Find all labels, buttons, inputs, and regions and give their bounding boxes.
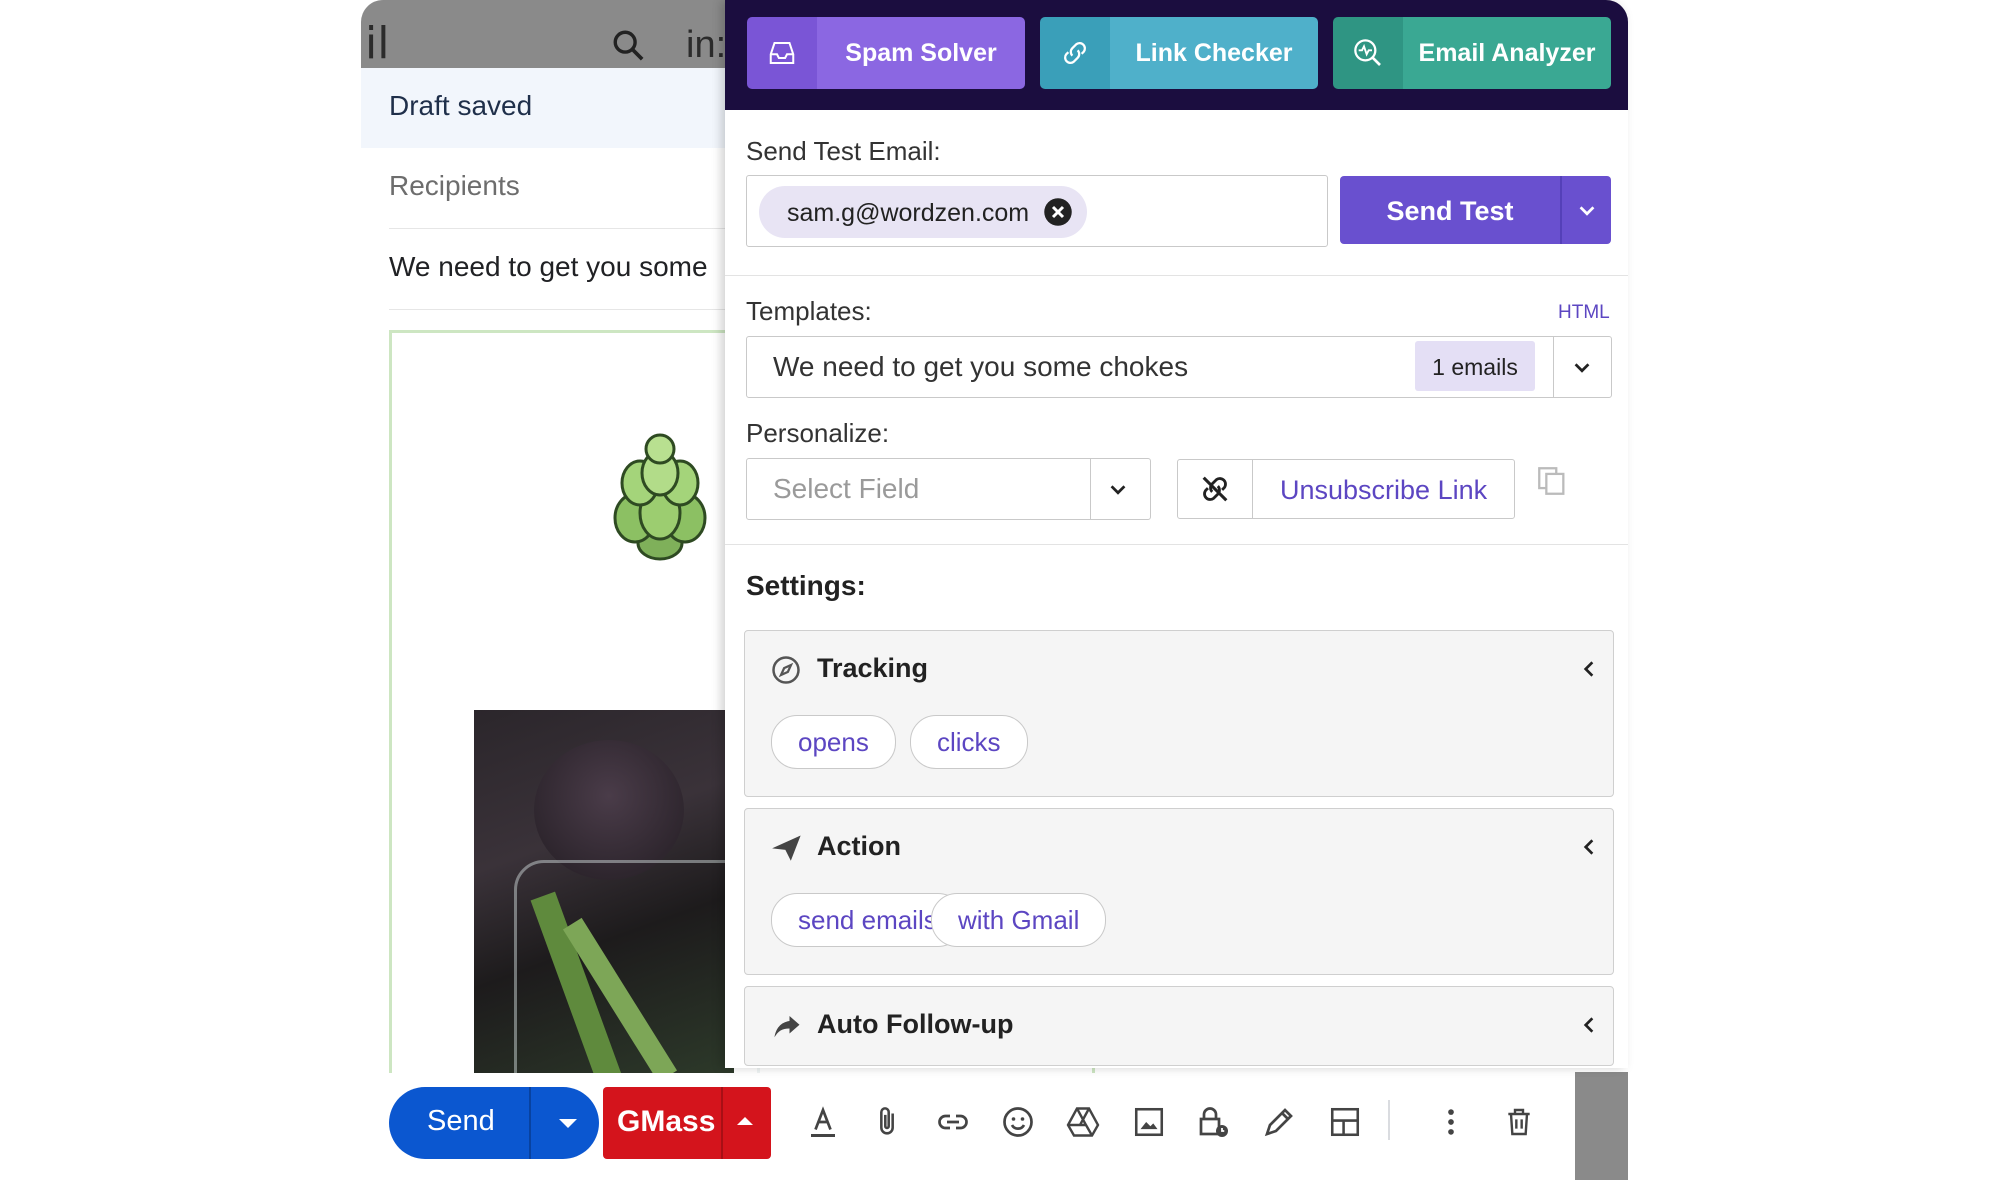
link-chain-icon xyxy=(1040,17,1110,89)
signature-pen-icon[interactable] xyxy=(1257,1100,1301,1144)
send-test-label: Send Test xyxy=(1386,196,1514,226)
send-divider xyxy=(529,1087,531,1159)
field-placeholder: Select Field xyxy=(773,473,920,504)
chevron-down-icon[interactable] xyxy=(1576,200,1598,227)
format-text-icon[interactable] xyxy=(801,1100,845,1144)
template-select-divider xyxy=(1553,337,1554,397)
link-checker-button[interactable]: Link Checker xyxy=(1040,17,1318,89)
tracking-clicks-pill[interactable]: clicks xyxy=(910,715,1028,769)
send-label: Send xyxy=(427,1105,495,1137)
pill-label: clicks xyxy=(937,727,1001,757)
gmass-button[interactable]: GMass xyxy=(603,1087,771,1159)
subject-text: We need to get you some xyxy=(389,251,708,282)
personalize-label: Personalize: xyxy=(746,418,890,448)
chevron-down-icon[interactable] xyxy=(1571,357,1593,384)
artichoke-image xyxy=(613,433,707,561)
personalize-field-select[interactable]: Select Field xyxy=(746,458,1151,520)
pill-label: with Gmail xyxy=(958,905,1080,935)
action-card[interactable]: Action send emails with Gmail xyxy=(744,808,1614,975)
templates-label: Templates: xyxy=(746,296,872,326)
copy-icon[interactable] xyxy=(1535,464,1569,503)
action-title: Action xyxy=(817,831,901,861)
auto-follow-up-title: Auto Follow-up xyxy=(817,1009,1014,1039)
send-test-email-label: Send Test Email: xyxy=(746,136,941,166)
action-with-gmail-pill[interactable]: with Gmail xyxy=(931,893,1107,947)
html-link[interactable]: HTML xyxy=(1558,302,1610,324)
template-count-badge: 1 emails xyxy=(1415,341,1535,391)
inbox-icon xyxy=(747,17,817,89)
spam-solver-label: Spam Solver xyxy=(817,17,1025,89)
search-icon[interactable] xyxy=(611,28,645,67)
spam-solver-button[interactable]: Spam Solver xyxy=(747,17,1025,89)
photo-bud xyxy=(534,740,684,880)
link-icon[interactable] xyxy=(931,1100,975,1144)
emoji-icon[interactable] xyxy=(996,1100,1040,1144)
trash-icon[interactable] xyxy=(1497,1100,1541,1144)
window-edge xyxy=(1575,1072,1628,1180)
tracking-title: Tracking xyxy=(817,653,929,683)
pill-label: opens xyxy=(798,727,869,757)
analyze-magnifier-icon xyxy=(1333,17,1403,89)
more-options-icon[interactable] xyxy=(1429,1100,1473,1144)
divider xyxy=(725,544,1628,545)
settings-label: Settings: xyxy=(746,570,866,601)
confidential-lock-icon[interactable] xyxy=(1191,1100,1235,1144)
compass-icon xyxy=(771,655,801,690)
send-options-icon[interactable] xyxy=(559,1119,577,1128)
send-test-divider xyxy=(1560,176,1562,244)
gmass-label: GMass xyxy=(617,1105,716,1138)
tracking-opens-pill[interactable]: opens xyxy=(771,715,896,769)
gmail-logo-fragment: il xyxy=(365,18,390,69)
email-chip: sam.g@wordzen.com xyxy=(759,186,1087,238)
forward-arrow-icon xyxy=(771,1011,803,1046)
chevron-left-icon[interactable] xyxy=(1579,837,1599,862)
test-email-input[interactable]: sam.g@wordzen.com xyxy=(746,175,1328,247)
email-chip-text: sam.g@wordzen.com xyxy=(787,199,1030,227)
drive-icon[interactable] xyxy=(1061,1100,1105,1144)
gmass-divider xyxy=(721,1087,723,1159)
send-test-button[interactable]: Send Test xyxy=(1340,176,1611,244)
artichoke-photo xyxy=(474,710,760,1073)
template-selected: We need to get you some chokes xyxy=(773,351,1189,382)
panel-header: Spam Solver Link Checker Email Analyzer xyxy=(725,0,1628,110)
toolbar-divider xyxy=(1388,1100,1390,1140)
email-analyzer-label: Email Analyzer xyxy=(1403,17,1611,89)
divider xyxy=(725,275,1628,276)
send-button[interactable]: Send xyxy=(389,1087,599,1159)
paper-plane-icon xyxy=(771,833,803,868)
attach-icon[interactable] xyxy=(865,1100,909,1144)
link-checker-label: Link Checker xyxy=(1110,17,1318,89)
gmass-settings-toggle-icon[interactable] xyxy=(737,1117,753,1125)
chevron-down-icon[interactable] xyxy=(1107,479,1129,506)
draft-status: Draft saved xyxy=(389,90,533,121)
search-query-fragment[interactable]: in: xyxy=(686,24,726,67)
chevron-left-icon[interactable] xyxy=(1579,659,1599,684)
email-analyzer-button[interactable]: Email Analyzer xyxy=(1333,17,1611,89)
field-select-divider xyxy=(1090,459,1091,519)
layout-template-icon[interactable] xyxy=(1323,1100,1367,1144)
template-count-text: 1 emails xyxy=(1432,354,1518,380)
photo-vase xyxy=(514,860,760,1073)
photo-icon[interactable] xyxy=(1127,1100,1171,1144)
chevron-left-icon[interactable] xyxy=(1579,1015,1599,1040)
recipients-placeholder: Recipients xyxy=(389,170,520,201)
tracking-card[interactable]: Tracking opens clicks xyxy=(744,630,1614,797)
auto-follow-up-card[interactable]: Auto Follow-up xyxy=(744,986,1614,1066)
unsubscribe-link-button[interactable]: Unsubscribe Link xyxy=(1177,459,1515,519)
remove-email-icon[interactable] xyxy=(1043,197,1073,232)
unsubscribe-link-label: Unsubscribe Link xyxy=(1280,475,1488,505)
gmass-settings-panel: Spam Solver Link Checker Email Analyzer … xyxy=(725,0,1628,1068)
unlink-icon xyxy=(1178,460,1253,518)
template-select[interactable]: We need to get you some chokes 1 emails xyxy=(746,336,1612,398)
